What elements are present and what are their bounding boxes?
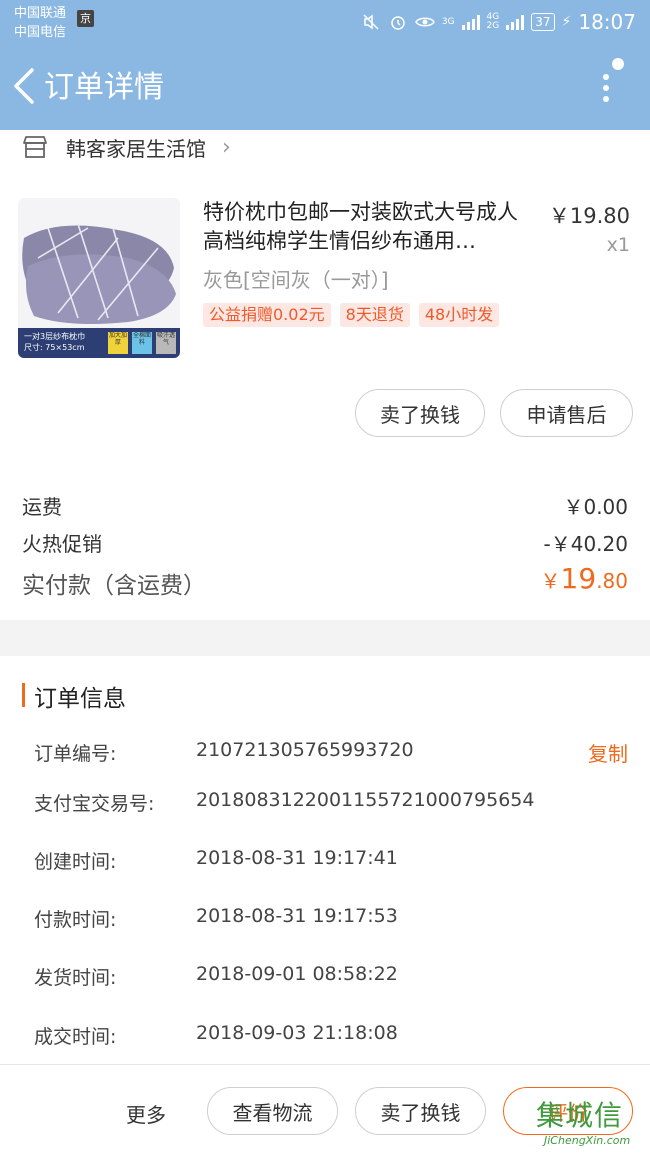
caption-text: 一对3层纱布枕巾 尺寸: 75×53cm (24, 331, 85, 353)
carrier-labels: 中国联通 中国电信 (14, 4, 66, 42)
more-dot-icon (603, 74, 609, 80)
more-dot-icon (603, 85, 609, 91)
signal-icon-2 (506, 14, 525, 30)
watermark-logo: 集城信 JiChengXin.com (536, 1100, 648, 1152)
product-title[interactable]: 特价枕巾包邮一对装欧式大号成人高档纯棉学生情侣纱布通用… (203, 198, 535, 256)
payment-time-value: 2018-08-31 19:17:53 (196, 905, 398, 927)
total-paid-value: ￥19.80 (541, 562, 628, 595)
order-number-value: 210721305765993720 (196, 739, 414, 761)
section-divider (0, 620, 650, 656)
store-icon (22, 135, 48, 159)
alipay-trade-no-label: 支付宝交易号: (34, 793, 155, 815)
created-time-label: 创建时间: (34, 851, 117, 873)
store-name: 韩客家居生活馆 (66, 136, 206, 161)
more-button[interactable]: 更多 (126, 1099, 166, 1128)
total-decimal: .80 (596, 569, 628, 593)
network-3g-label: 3G (441, 16, 455, 27)
completed-time-value: 2018-09-03 21:18:08 (196, 1022, 398, 1044)
alarm-icon (388, 12, 408, 32)
shipped-time-value: 2018-09-01 08:58:22 (196, 963, 398, 985)
more-dot-icon (603, 96, 609, 102)
promotion-value: -￥40.20 (543, 532, 628, 556)
order-number-label: 订单编号: (34, 743, 117, 765)
sell-for-cash-button[interactable]: 卖了换钱 (355, 389, 485, 437)
copy-button[interactable]: 复制 (588, 738, 628, 767)
carrier-1: 中国联通 (14, 6, 67, 21)
sell-for-cash-bottom-button[interactable]: 卖了换钱 (355, 1087, 486, 1135)
promotion-label: 火热促销 (22, 532, 102, 556)
product-price: ￥19.80 (548, 204, 630, 228)
mute-icon (361, 12, 381, 32)
app-notification-icon: 京 (77, 10, 94, 27)
status-icons: 3G 4G 2G 37 ⚡ 18:07 (361, 8, 636, 36)
caption-tag: 全棉面料 (132, 332, 152, 354)
alipay-trade-no-value: 2018083122001155721000795654 (196, 789, 535, 811)
tag-shipping-time: 48小时发 (418, 303, 500, 327)
caption-tag: 加大加厚 (108, 332, 128, 354)
shipping-fee-value: ￥0.00 (563, 495, 628, 519)
product-tags: 公益捐赠0.02元 8天退货 48小时发 (203, 303, 500, 327)
caption-line-2: 尺寸: 75×53cm (24, 343, 85, 352)
completed-time-label: 成交时间: (34, 1026, 117, 1048)
battery-icon: 37 (531, 13, 555, 31)
clock: 18:07 (578, 10, 636, 34)
created-time-value: 2018-08-31 19:17:41 (196, 847, 398, 869)
product-sku: 灰色[空间灰（一对）] (203, 268, 389, 292)
store-row[interactable]: 韩客家居生活馆 › (22, 132, 231, 162)
charging-icon: ⚡ (561, 14, 572, 30)
pillow-towel-illustration (22, 223, 176, 324)
page-title: 订单详情 (44, 70, 164, 105)
net-bottom: 2G (486, 21, 500, 31)
watermark-main: 集城信 (536, 1099, 624, 1132)
tag-return-policy: 8天退货 (339, 303, 410, 327)
signal-icon (461, 14, 480, 30)
eye-icon (414, 12, 435, 32)
section-accent-bar (22, 683, 25, 707)
total-integer: 19 (560, 562, 597, 595)
network-4g-2g-label: 4G 2G (487, 13, 500, 31)
apply-after-sales-button[interactable]: 申请售后 (500, 389, 633, 437)
shipped-time-label: 发货时间: (34, 967, 117, 989)
caption-line-1: 一对3层纱布枕巾 (24, 332, 86, 341)
watermark-sub: JiChengXin.com (544, 1134, 631, 1147)
top-bar: 中国联通 中国电信 京 3G 4G 2G 37 ⚡ 18:07 订单详情 (0, 0, 650, 130)
product-image-caption: 一对3层纱布枕巾 尺寸: 75×53cm 加大加厚 全棉面料 吸汗透气 (18, 328, 180, 358)
product-image[interactable]: 一对3层纱布枕巾 尺寸: 75×53cm 加大加厚 全棉面料 吸汗透气 (18, 198, 180, 358)
more-menu-button[interactable] (596, 56, 626, 116)
shipping-fee-label: 运费 (22, 495, 62, 519)
payment-time-label: 付款时间: (34, 909, 117, 931)
carrier-2: 中国电信 (14, 25, 67, 40)
caption-tag: 吸汗透气 (156, 332, 176, 354)
total-paid-label: 实付款（含运费） (22, 573, 206, 599)
net-top: 3G (441, 16, 455, 27)
view-logistics-button[interactable]: 查看物流 (207, 1087, 338, 1135)
tag-charity: 公益捐赠0.02元 (203, 303, 331, 327)
product-quantity: x1 (606, 234, 630, 256)
chevron-right-icon: › (222, 134, 231, 160)
currency-symbol: ￥ (540, 569, 561, 593)
back-button[interactable] (10, 66, 40, 106)
order-info-title: 订单信息 (34, 686, 126, 712)
notification-dot-icon (612, 58, 624, 70)
